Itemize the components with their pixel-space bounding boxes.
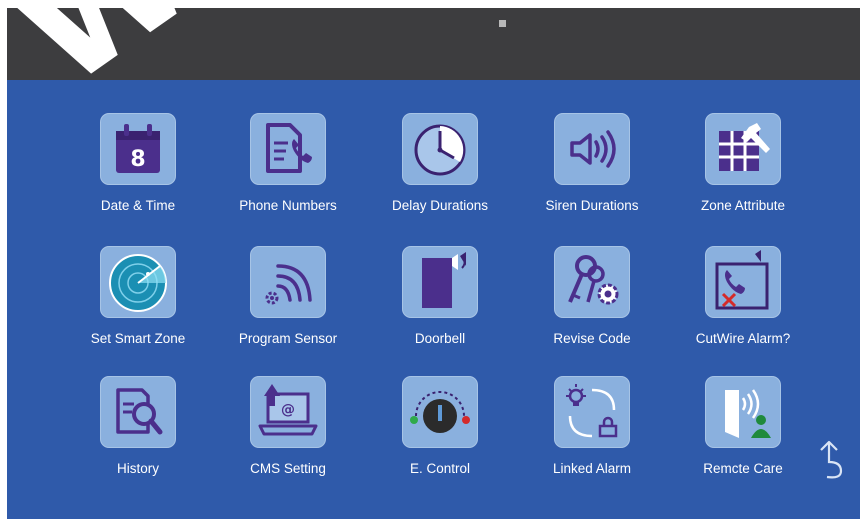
menu-history[interactable]: History [63,376,213,481]
menu-doorbell[interactable]: Doorbell [365,246,515,351]
cms-at-symbol: @ [281,402,295,418]
back-arrow-icon [820,440,843,479]
menu-e-control[interactable]: E. Control [365,376,515,481]
linked-bulb-lock-icon [554,376,630,448]
label-remote-care: Remcte Care [703,461,783,476]
zone-grid-wrench-icon [705,113,781,185]
calendar-icon: 8 [100,113,176,185]
cutwire-phone-icon [705,246,781,318]
phone-book-icon [250,113,326,185]
menu-date-time[interactable]: 8 Date & Time [63,113,213,218]
sensor-signal-icon [250,246,326,318]
keys-gear-icon [554,246,630,318]
power-dial-icon [402,376,478,448]
device-screen: 8 Date & Time Phone Numbers Delay Durati… [7,8,860,519]
clock-icon [402,113,478,185]
menu-cms-setting[interactable]: @ CMS Setting [213,376,363,481]
remote-care-person-icon [705,376,781,448]
menu-siren-durations[interactable]: Siren Durations [517,113,667,218]
status-indicator [499,20,506,27]
menu-linked-alarm[interactable]: Linked Alarm [517,376,667,481]
laptop-upload-icon: @ [250,376,326,448]
menu-remote-care[interactable]: Remcte Care [668,376,818,481]
label-zone-attribute: Zone Attribute [700,198,786,213]
back-button[interactable] [813,436,849,480]
history-search-icon [100,376,176,448]
menu-program-sensor[interactable]: Program Sensor [213,246,363,351]
doorbell-icon [402,246,478,318]
menu-zone-attribute[interactable]: Zone Attribute [668,113,818,218]
speaker-icon [554,113,630,185]
menu-set-smart-zone[interactable]: Set Smart Zone [63,246,213,351]
menu-revise-code[interactable]: Revise Code [517,246,667,351]
menu-cutwire-alarm[interactable]: CutWire Alarm? [668,246,818,351]
menu-phone-numbers[interactable]: Phone Numbers [213,113,363,218]
menu-delay-durations[interactable]: Delay Durations [365,113,515,218]
calendar-day: 8 [130,147,145,172]
radar-icon [100,246,176,318]
label-cutwire-alarm: CutWire Alarm? [695,331,791,346]
